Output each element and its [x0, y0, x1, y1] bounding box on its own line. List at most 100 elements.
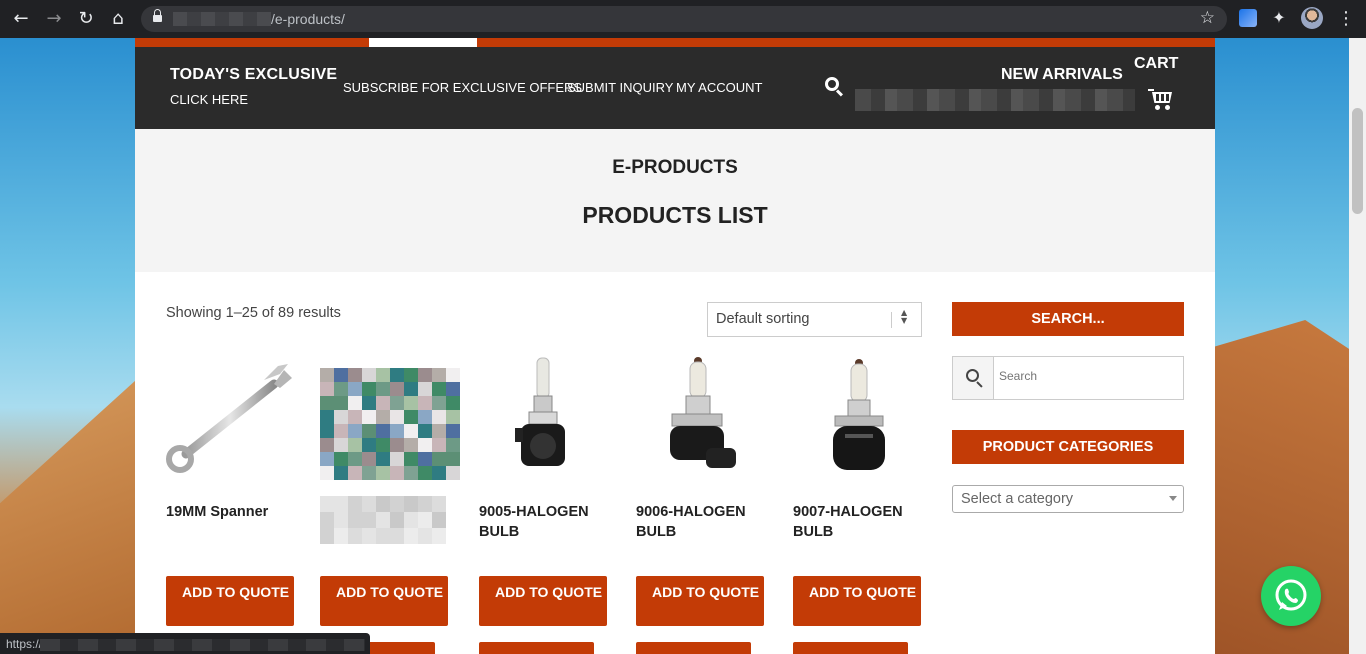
- pixel-cell: [404, 512, 418, 528]
- pixel-cell: [446, 424, 460, 438]
- pixel-cell: [334, 410, 348, 424]
- pixel-cell: [390, 452, 404, 466]
- sidebar-search[interactable]: [952, 356, 1184, 400]
- pixel-cell: [362, 410, 376, 424]
- site-container: TODAY'S EXCLUSIVE CLICK HERE SUBSCRIBE F…: [135, 38, 1215, 654]
- product-name[interactable]: 19MM Spanner: [166, 502, 296, 522]
- bookmark-star-icon[interactable]: ☆: [1200, 8, 1215, 28]
- top-accent-strip: [135, 38, 1215, 47]
- add-to-quote-button[interactable]: ADD TO QUOTE: [793, 576, 921, 626]
- pixel-cell: [362, 512, 376, 528]
- profile-avatar[interactable]: [1301, 7, 1323, 29]
- pixel-cell: [334, 512, 348, 528]
- pixel-cell: [390, 496, 404, 512]
- pixel-cell: [334, 382, 348, 396]
- pixel-cell: [390, 528, 404, 544]
- pixel-cell: [390, 466, 404, 480]
- pixel-cell: [390, 368, 404, 382]
- extension-icon[interactable]: [1239, 9, 1257, 27]
- address-bar[interactable]: /e-products/ ☆: [141, 6, 1227, 32]
- pixel-cell: [432, 512, 446, 528]
- pixel-cell: [376, 424, 390, 438]
- add-to-quote-button[interactable]: ADD TO QUOTE: [479, 576, 607, 626]
- redacted-header-text: [855, 89, 1135, 111]
- pixel-cell: [418, 382, 432, 396]
- pixel-cell: [404, 438, 418, 452]
- new-arrivals-link[interactable]: NEW ARRIVALS: [1001, 66, 1123, 84]
- add-to-quote-button[interactable]: ADD TO QUOTE: [320, 576, 448, 626]
- pixel-cell: [348, 368, 362, 382]
- halogen-bulb-image[interactable]: [636, 356, 766, 481]
- pixel-cell: [418, 512, 432, 528]
- quick-view-button[interactable]: [479, 642, 594, 654]
- pixel-cell: [404, 368, 418, 382]
- pixel-cell: [334, 466, 348, 480]
- pixel-cell: [446, 438, 460, 452]
- forward-icon[interactable]: →: [43, 8, 65, 30]
- pixel-cell: [404, 382, 418, 396]
- home-icon[interactable]: ⌂: [107, 8, 129, 30]
- add-to-quote-button[interactable]: ADD TO QUOTE: [636, 576, 764, 626]
- pixel-cell: [446, 466, 460, 480]
- pixelated-image[interactable]: [320, 356, 460, 481]
- pixel-cell: [334, 368, 348, 382]
- quick-view-button[interactable]: [636, 642, 751, 654]
- pixel-cell: [362, 368, 376, 382]
- sorting-value: Default sorting: [716, 311, 810, 327]
- whatsapp-icon: [1275, 579, 1307, 611]
- pixel-cell: [334, 396, 348, 410]
- product-name[interactable]: 9007-HALOGEN BULB: [793, 502, 923, 542]
- pixel-cell: [348, 452, 362, 466]
- pixel-cell: [432, 396, 446, 410]
- search-icon[interactable]: [825, 77, 845, 97]
- pixel-cell: [376, 496, 390, 512]
- search-icon[interactable]: [953, 357, 994, 399]
- pixel-cell: [376, 528, 390, 544]
- reload-icon[interactable]: ↻: [75, 8, 97, 30]
- puzzle-extensions-icon[interactable]: ✦: [1270, 9, 1288, 27]
- halogen-bulb-image[interactable]: [479, 356, 609, 481]
- sorting-select[interactable]: Default sorting ▲ ▼: [707, 302, 922, 337]
- pixel-cell: [432, 496, 446, 512]
- pixel-cell: [348, 438, 362, 452]
- click-here-link[interactable]: CLICK HERE: [170, 92, 248, 107]
- pixel-cell: [432, 528, 446, 544]
- pixel-cell: [334, 496, 348, 512]
- pixel-cell: [348, 382, 362, 396]
- halogen-bulb-image[interactable]: [793, 356, 923, 481]
- nav-submit-inquiry[interactable]: SUBMIT INQUIRY: [567, 80, 673, 95]
- whatsapp-chat-button[interactable]: [1261, 566, 1321, 626]
- search-input[interactable]: [999, 369, 1169, 383]
- todays-exclusive-link[interactable]: TODAY'S EXCLUSIVE: [170, 66, 337, 84]
- page-scrollbar[interactable]: [1349, 38, 1366, 654]
- browser-menu-icon[interactable]: ⋮: [1337, 8, 1355, 29]
- pixel-cell: [362, 438, 376, 452]
- pixel-cell: [376, 382, 390, 396]
- pixel-cell: [404, 496, 418, 512]
- product-name[interactable]: 9005-HALOGEN BULB: [479, 502, 609, 542]
- pixel-cell: [418, 466, 432, 480]
- scrollbar-thumb[interactable]: [1352, 108, 1363, 214]
- cart-icon[interactable]: [1148, 89, 1176, 111]
- pixel-cell: [334, 452, 348, 466]
- product-name[interactable]: 9006-HALOGEN BULB: [636, 502, 766, 542]
- pixel-cell: [362, 396, 376, 410]
- cart-link[interactable]: CART: [1134, 55, 1178, 73]
- pixel-cell: [376, 410, 390, 424]
- pixel-cell: [348, 410, 362, 424]
- back-icon[interactable]: ←: [10, 8, 32, 30]
- nav-my-account[interactable]: MY ACCOUNT: [676, 80, 762, 95]
- pixel-cell: [390, 438, 404, 452]
- status-url: https://: [6, 637, 43, 651]
- spanner-image[interactable]: [166, 356, 296, 481]
- pixel-cell: [320, 452, 334, 466]
- category-select[interactable]: Select a category: [952, 485, 1184, 513]
- pixel-cell: [446, 396, 460, 410]
- add-to-quote-button[interactable]: ADD TO QUOTE: [166, 576, 294, 626]
- url-path: /e-products/: [271, 11, 345, 27]
- quick-view-button[interactable]: [793, 642, 908, 654]
- category-select-value: Select a category: [961, 491, 1074, 507]
- pixel-cell: [404, 452, 418, 466]
- pixel-cell: [418, 410, 432, 424]
- nav-subscribe[interactable]: SUBSCRIBE FOR EXCLUSIVE OFFERS: [343, 80, 582, 95]
